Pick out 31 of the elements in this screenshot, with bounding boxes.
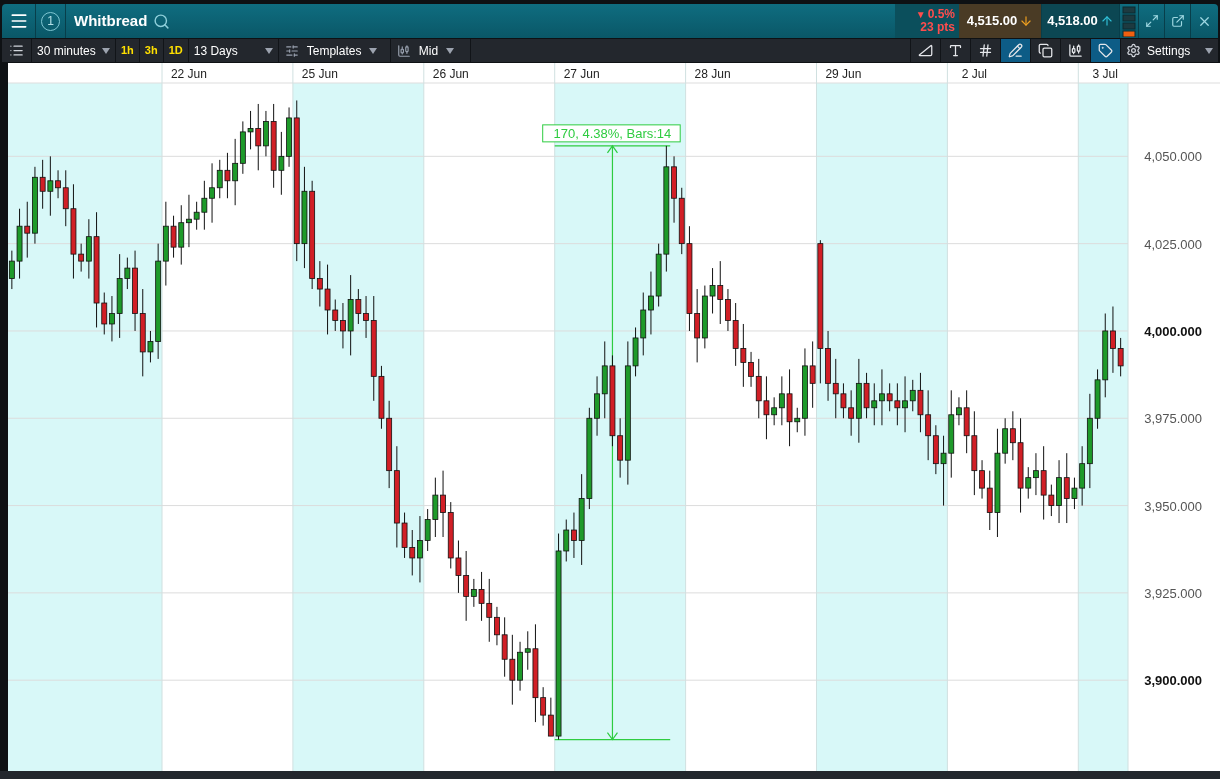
price-label: 3,975.000 — [1144, 411, 1202, 427]
date-label: 28 Jun — [694, 67, 731, 81]
settings-dropdown[interactable]: Settings — [1120, 39, 1218, 62]
price-type-dropdown[interactable]: Mid — [390, 39, 471, 62]
measurement-label: 170, 4.38%, Bars:14 — [542, 124, 681, 143]
price-label: 4,050.000 — [1144, 149, 1202, 165]
price-label: 3,900.000 — [1144, 673, 1202, 689]
annotation: 170, 4.38%, Bars:14 — [553, 125, 672, 141]
quick-interval-button[interactable]: 1h — [116, 39, 140, 62]
date-label: 26 Jun — [432, 67, 469, 81]
range-dropdown[interactable]: 13 Days — [188, 39, 279, 62]
date-label: 22 Jun — [170, 67, 207, 81]
change-points: 23 pts — [920, 21, 955, 34]
buy-price-button[interactable]: 4,518.00 — [1042, 4, 1120, 38]
price-label: 4,025.000 — [1144, 236, 1202, 252]
date-label: 29 Jun — [825, 67, 862, 81]
date-label: 2 Jul — [961, 67, 988, 81]
price-label: 3,925.000 — [1144, 585, 1202, 601]
date-label: 25 Jun — [301, 67, 338, 81]
quick-interval-button[interactable]: 1D — [163, 39, 189, 62]
sell-price-button[interactable]: 4,515.00 — [959, 4, 1042, 38]
instrument-title: Whitbread — [74, 10, 148, 31]
change-arrow: ▼ — [915, 8, 926, 21]
date-label: 27 Jun — [563, 67, 600, 81]
interval-dropdown[interactable]: 30 minutes — [32, 39, 116, 62]
date-label: 3 Jul — [1092, 67, 1118, 81]
templates-dropdown[interactable]: Templates — [278, 39, 391, 62]
change-percent: 0.5% — [927, 8, 955, 21]
quick-interval-button[interactable]: 3h — [139, 39, 164, 62]
price-label: 4,000.000 — [1144, 323, 1202, 339]
price-label: 3,950.000 — [1144, 498, 1202, 514]
